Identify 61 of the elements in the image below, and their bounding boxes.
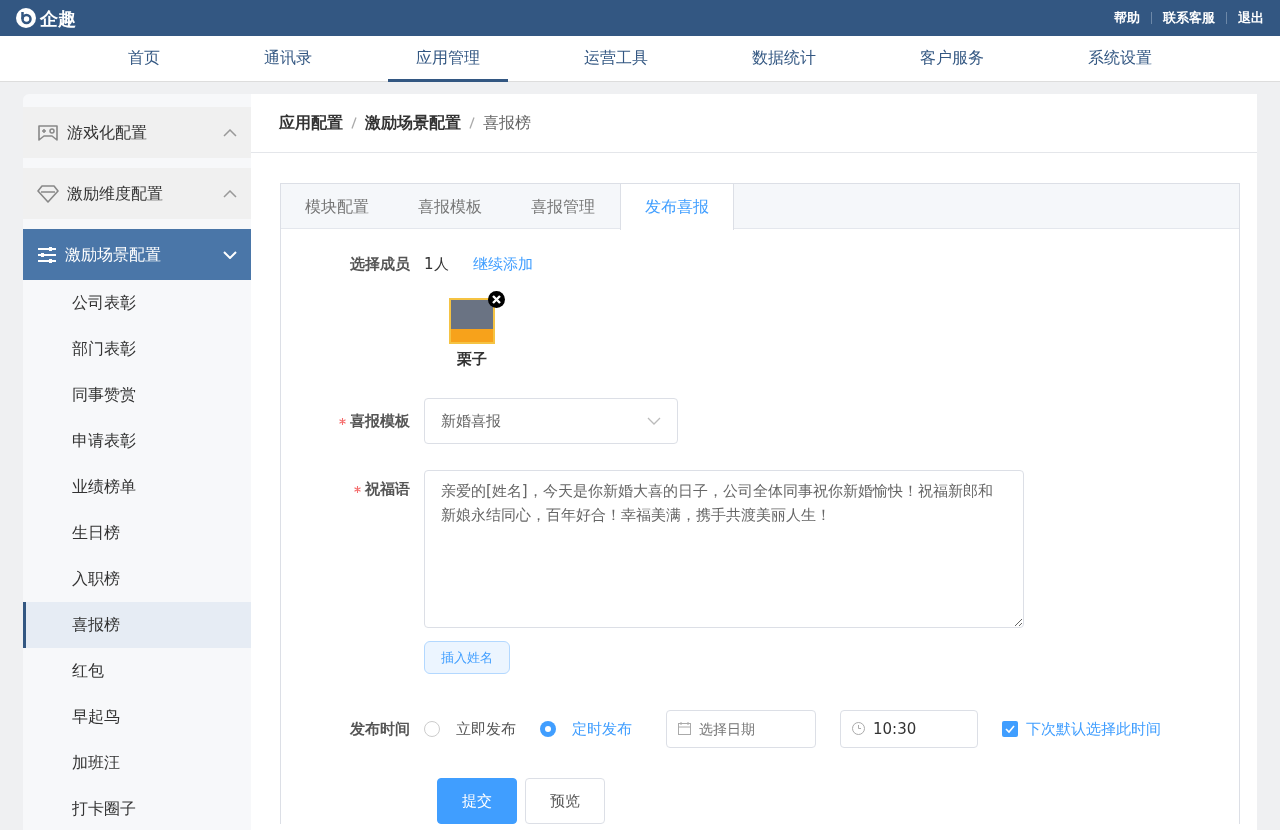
radio-option[interactable]: 立即发布: [424, 717, 516, 741]
header-link[interactable]: 联系客服: [1163, 8, 1215, 28]
nav-tab[interactable]: 数据统计: [724, 36, 844, 82]
nav-tab[interactable]: 通讯录: [236, 36, 340, 82]
date-field[interactable]: 选择日期: [666, 710, 816, 748]
sidebar-group[interactable]: 激励维度配置: [23, 168, 251, 219]
radio-empty-icon: [424, 721, 440, 737]
checkbox-checked-icon: [1002, 721, 1018, 737]
chevron-down-icon: [223, 250, 237, 259]
chevron-up-icon: [223, 128, 237, 137]
app-name: 企趣: [40, 6, 76, 31]
sidebar-item[interactable]: 入职榜: [23, 556, 251, 602]
avatar-photo-placeholder: [449, 297, 495, 344]
nav-tab[interactable]: 首页: [100, 36, 188, 82]
field-label: 发布时间: [350, 718, 410, 740]
preview-button[interactable]: 预览: [525, 778, 605, 824]
sidebar-group[interactable]: 激励场景配置: [23, 229, 251, 280]
nav-tab[interactable]: 应用管理: [388, 36, 508, 82]
nav-tab[interactable]: 运营工具: [556, 36, 676, 82]
chevron-down-icon: [647, 417, 661, 425]
sidebar-item[interactable]: 喜报榜: [23, 602, 251, 648]
sidebar-item[interactable]: 部门表彰: [23, 326, 251, 372]
clock-icon: [852, 722, 865, 735]
field-label: 选择成员: [349, 254, 411, 275]
breadcrumb-separator-icon: [469, 117, 475, 129]
breadcrumb-item: 喜报榜: [483, 112, 531, 134]
sidebar-group[interactable]: 游戏化配置: [23, 107, 251, 158]
diamond-icon: [37, 183, 59, 204]
breadcrumb-item[interactable]: 激励场景配置: [365, 111, 461, 135]
sidebar-item[interactable]: 生日榜: [23, 510, 251, 556]
sidebar-item[interactable]: 红包: [23, 648, 251, 694]
breadcrumb-item[interactable]: 应用配置: [279, 111, 343, 135]
nav-tab[interactable]: 客户服务: [892, 36, 1012, 82]
sidebar-item[interactable]: 公司表彰: [23, 280, 251, 326]
sidebar-item[interactable]: 业绩榜单: [23, 464, 251, 510]
tab[interactable]: 模块配置: [281, 184, 394, 229]
sliders-icon: [37, 245, 57, 264]
greeting-textarea[interactable]: 亲爱的[姓名]，今天是你新婚大喜的日子，公司全体同事祝你新婚愉快！祝福新郎和新娘永结同心，百年好合！幸福美满，携手共渡美丽人生！: [424, 470, 1024, 628]
member-name: 栗子: [457, 348, 487, 370]
template-select[interactable]: 新婚喜报: [424, 398, 678, 444]
sidebar-item[interactable]: 早起鸟: [23, 694, 251, 740]
sidebar-item[interactable]: 同事赞赏: [23, 372, 251, 418]
calendar-icon: [678, 722, 691, 735]
header-link[interactable]: 帮助: [1114, 8, 1140, 28]
breadcrumb-separator-icon: [351, 117, 357, 129]
gamepad-icon: [37, 123, 59, 142]
chevron-up-icon: [223, 189, 237, 198]
sidebar-item[interactable]: 申请表彰: [23, 418, 251, 464]
close-icon[interactable]: [488, 290, 505, 308]
sidebar-item[interactable]: 打卡圈子: [23, 786, 251, 830]
header-link[interactable]: 退出: [1238, 8, 1264, 28]
radio-checked-icon: [540, 721, 556, 737]
tab[interactable]: 喜报管理: [507, 184, 620, 229]
sidebar-item[interactable]: 加班汪: [23, 740, 251, 786]
member-count: 1人: [424, 254, 449, 275]
field-label: 喜报模板: [350, 410, 410, 432]
time-field[interactable]: 10:30: [840, 710, 978, 748]
tab[interactable]: 喜报模板: [394, 184, 507, 229]
logo-icon: [16, 8, 36, 28]
nav-tab[interactable]: 系统设置: [1060, 36, 1180, 82]
field-label: 祝福语: [365, 479, 410, 500]
